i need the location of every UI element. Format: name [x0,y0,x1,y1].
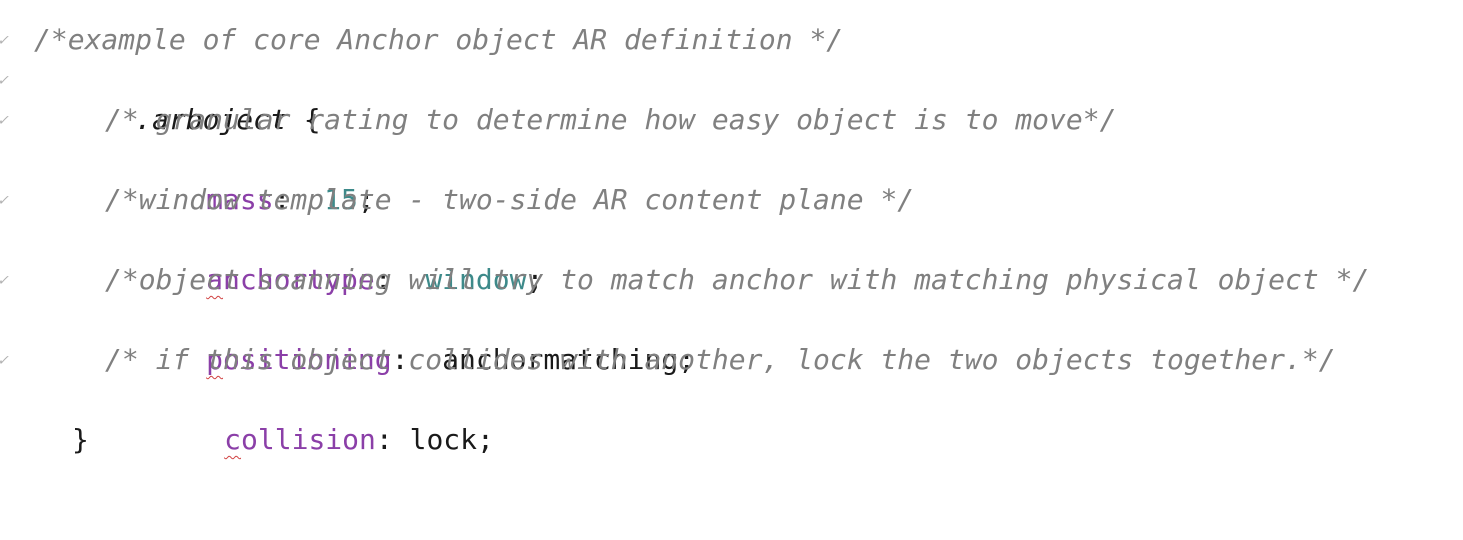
comment-text: /* granular rating to determine how easy… [105,103,1117,136]
comment-text: /*object scanning will try to match anch… [105,263,1370,296]
code-editor[interactable]: ✓ /*example of core Anchor object AR def… [0,20,1463,480]
fold-mark-icon: ✓ [0,180,12,220]
comment-text: /*window template - two-side AR content … [105,183,915,216]
code-line-8: positioning: anchormatching; [0,300,1463,376]
fold-mark-icon: ✓ [0,260,12,300]
fold-mark-icon: ✓ [0,20,12,60]
comment-text: /* if this object collides with another,… [105,343,1336,376]
code-line-10: collision: lock; [0,380,1463,456]
code-line-7: ✓ /*object scanning will try to match an… [0,260,1463,300]
code-line-6: anchortype: window; [0,220,1463,296]
fold-mark-icon: ✓ [0,100,12,140]
code-line-3: ✓ /* granular rating to determine how ea… [0,100,1463,140]
close-brace: } [72,423,89,456]
fold-mark-icon: ✓ [0,340,12,380]
code-line-5: ✓ /*window template - two-side AR conten… [0,180,1463,220]
code-line-9: ✓ /* if this object collides with anothe… [0,340,1463,380]
code-line-1: ✓ /*example of core Anchor object AR def… [0,20,1463,60]
code-line-11: } [0,420,1463,460]
comment-text: /*example of core Anchor object AR defin… [34,23,844,56]
code-line-4: mass: 15; [0,140,1463,216]
fold-mark-icon: ✓ [0,60,12,100]
code-line-2: ✓ .arboject { [0,60,1463,136]
